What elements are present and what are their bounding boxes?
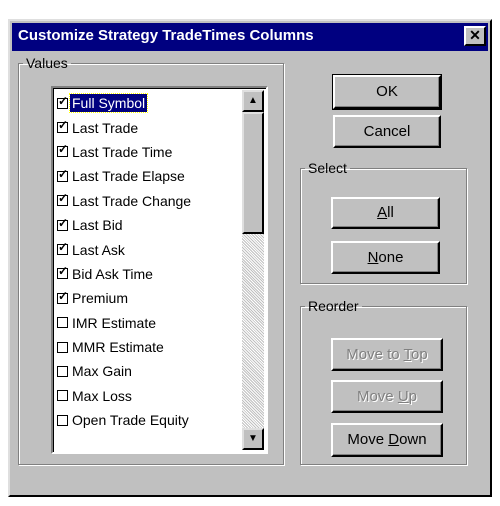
- checkbox[interactable]: ✓: [57, 191, 68, 207]
- list-item-label: Last Trade Time: [72, 143, 173, 160]
- select-all-button[interactable]: All: [331, 197, 440, 229]
- ok-button[interactable]: OK: [332, 74, 442, 110]
- checkbox[interactable]: [57, 414, 68, 426]
- arrow-up-icon: ▲: [248, 95, 258, 106]
- list-item-label: Open Trade Equity: [72, 412, 189, 429]
- list-item-label: Last Trade Change: [72, 192, 192, 209]
- list-item[interactable]: IMR Estimate: [55, 311, 235, 335]
- values-group-label: Values: [26, 55, 68, 71]
- none-mnemonic: N: [367, 249, 379, 266]
- title-bar[interactable]: Customize Strategy TradeTimes Columns ✕: [12, 23, 488, 51]
- cancel-button[interactable]: Cancel: [333, 115, 441, 148]
- all-mnemonic: A: [377, 204, 388, 221]
- checkbox[interactable]: ✓: [57, 94, 68, 109]
- checkmark-icon: ✓: [58, 166, 69, 181]
- checkbox[interactable]: ✓: [57, 240, 68, 256]
- list-item[interactable]: Max Gain: [55, 359, 235, 383]
- checkmark-icon: ✓: [58, 288, 69, 303]
- move-down-button[interactable]: Move Down: [331, 423, 443, 457]
- checkbox[interactable]: [57, 341, 68, 353]
- move-top-label-pre: Move to: [346, 346, 404, 363]
- list-item-label: Last Ask: [72, 241, 125, 258]
- select-none-button[interactable]: None: [331, 241, 440, 274]
- list-item[interactable]: Open Trade Equity: [55, 408, 235, 432]
- list-item-label: Premium: [72, 290, 129, 307]
- move-top-label-rest: op: [411, 346, 428, 363]
- list-item[interactable]: ✓ Full Symbol: [55, 91, 235, 115]
- list-item[interactable]: ✓ Last Trade Elapse: [55, 164, 235, 188]
- values-scrollbar[interactable]: ▲ ▼: [242, 90, 264, 450]
- list-item-label: IMR Estimate: [72, 314, 157, 331]
- list-item[interactable]: ✓ Bid Ask Time: [55, 262, 235, 286]
- dialog-title: Customize Strategy TradeTimes Columns: [18, 27, 314, 44]
- reorder-group-label: Reorder: [308, 298, 359, 314]
- checkbox[interactable]: ✓: [57, 142, 68, 158]
- list-item[interactable]: MMR Estimate: [55, 335, 235, 359]
- list-item[interactable]: ✓ Last Ask: [55, 237, 235, 261]
- none-label-rest: one: [378, 249, 404, 266]
- checkbox[interactable]: ✓: [57, 264, 68, 280]
- move-up-label-rest: p: [408, 388, 418, 405]
- list-item-label: Full Symbol: [68, 93, 149, 114]
- scroll-down-button[interactable]: ▼: [242, 428, 264, 450]
- move-up-mnemonic: U: [397, 388, 409, 405]
- close-button[interactable]: ✕: [464, 26, 486, 46]
- move-down-label-rest: own: [399, 431, 427, 448]
- select-group-label: Select: [308, 160, 347, 176]
- all-label-rest: ll: [387, 204, 394, 221]
- list-item-label: Max Loss: [72, 387, 132, 404]
- move-up-label-pre: Move: [356, 388, 398, 405]
- arrow-down-icon: ▼: [248, 433, 258, 444]
- list-item-label: Bid Ask Time: [72, 265, 153, 282]
- scroll-thumb[interactable]: [242, 112, 264, 234]
- checkbox[interactable]: ✓: [57, 167, 68, 182]
- checkmark-icon: ✓: [58, 240, 69, 255]
- checkmark-icon: ✓: [58, 142, 69, 157]
- close-icon: ✕: [469, 27, 481, 43]
- values-listbox[interactable]: ✓ Full Symbol ✓ Last Trade ✓ Last Trade Time ✓…: [51, 86, 268, 454]
- list-item[interactable]: Max Loss: [55, 384, 235, 408]
- checkbox[interactable]: [57, 390, 68, 402]
- list-item-label: Last Trade Elapse: [72, 168, 185, 185]
- list-item[interactable]: ✓ Last Bid: [55, 213, 235, 237]
- list-item[interactable]: ✓ Premium: [55, 286, 235, 310]
- list-item-label: Max Gain: [72, 363, 132, 380]
- move-down-label-pre: Move: [347, 431, 389, 448]
- checkbox[interactable]: ✓: [57, 289, 68, 304]
- checkbox[interactable]: [57, 317, 68, 329]
- checkmark-icon: ✓: [58, 118, 69, 133]
- list-item[interactable]: ✓ Last Trade Time: [55, 140, 235, 164]
- list-item-label: Last Bid: [72, 217, 123, 234]
- scroll-up-button[interactable]: ▲: [242, 90, 264, 112]
- move-top-mnemonic: T: [403, 346, 412, 363]
- checkmark-icon: ✓: [58, 93, 69, 108]
- list-item-label: Last Trade: [72, 119, 139, 136]
- move-up-button[interactable]: Move Up: [331, 380, 443, 413]
- checkmark-icon: ✓: [58, 191, 69, 206]
- move-down-mnemonic: D: [388, 431, 400, 448]
- list-item-label: MMR Estimate: [72, 339, 164, 356]
- checkmark-icon: ✓: [58, 264, 69, 279]
- list-item[interactable]: ✓ Last Trade: [55, 115, 235, 139]
- list-item[interactable]: ✓ Last Trade Change: [55, 189, 235, 213]
- values-list: ✓ Full Symbol ✓ Last Trade ✓ Last Trade Time ✓…: [55, 91, 235, 432]
- checkbox[interactable]: ✓: [57, 216, 68, 231]
- move-to-top-button[interactable]: Move to Top: [331, 338, 443, 371]
- checkbox[interactable]: [57, 365, 68, 377]
- checkmark-icon: ✓: [58, 215, 69, 230]
- checkbox[interactable]: ✓: [57, 118, 68, 134]
